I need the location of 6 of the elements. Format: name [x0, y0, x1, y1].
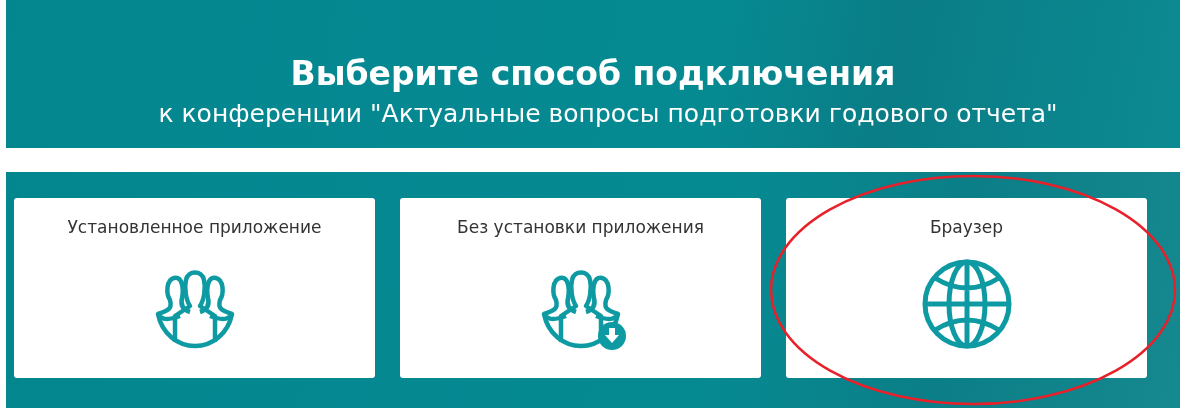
page-title: Выберите способ подключения: [290, 53, 896, 95]
page-subtitle: к конференции "Актуальные вопросы подготовки годового отчета": [158, 98, 1058, 130]
option-card[interactable]: Браузер: [786, 198, 1147, 378]
option-card[interactable]: Без установки приложения: [400, 198, 761, 378]
option-card[interactable]: Установленное приложение: [14, 198, 375, 378]
globe-icon: [920, 258, 1013, 350]
